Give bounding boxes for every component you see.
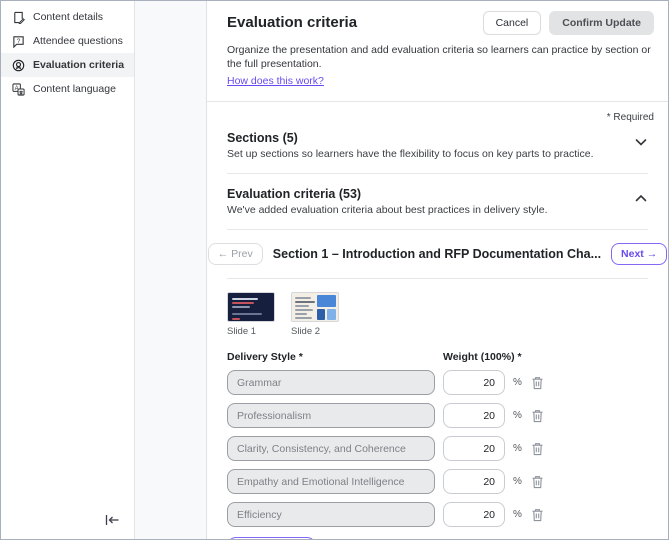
- slide-thumbnails: Slide 1 Slide 2: [227, 292, 648, 337]
- trash-icon[interactable]: [531, 474, 546, 490]
- weight-field[interactable]: [443, 403, 505, 429]
- evaluation-description: We've added evaluation criteria about be…: [227, 204, 548, 217]
- page-description: Organize the presentation and add evalua…: [227, 44, 651, 71]
- sidebar-item-content-language[interactable]: A Content language: [1, 77, 134, 101]
- evaluation-accordion-header[interactable]: Evaluation criteria (53) We've added eva…: [227, 187, 648, 216]
- criteria-row: %: [227, 502, 648, 528]
- divider: [227, 229, 648, 231]
- sidebar-item-content-details[interactable]: Content details: [1, 5, 134, 29]
- delivery-style-header: Delivery Style *: [227, 351, 303, 364]
- criteria-name-field: [227, 469, 435, 495]
- sidebar-item-label: Evaluation criteria: [33, 59, 125, 71]
- sidebar-item-evaluation-criteria[interactable]: Evaluation criteria: [1, 53, 134, 77]
- slide-thumbnail-1: Slide 1: [227, 292, 275, 337]
- add-criteria-button[interactable]: + Add criteria: [227, 537, 317, 539]
- chevron-down-icon[interactable]: [634, 135, 648, 149]
- chevron-up-icon[interactable]: [634, 191, 648, 205]
- criteria-name-field: [227, 370, 435, 396]
- criteria-name-field: [227, 436, 435, 462]
- sidebar: Content details ? Attendee questions Eva…: [1, 1, 135, 539]
- award-circle-icon: [11, 58, 25, 72]
- cancel-button[interactable]: Cancel: [482, 11, 542, 35]
- weight-header: Weight (100%) *: [443, 351, 522, 364]
- how-does-this-work-link[interactable]: How does this work?: [227, 75, 324, 87]
- percent-sign: %: [513, 476, 522, 488]
- sidebar-item-attendee-questions[interactable]: ? Attendee questions: [1, 29, 134, 53]
- weight-field[interactable]: [443, 436, 505, 462]
- weight-field[interactable]: [443, 469, 505, 495]
- criteria-name-field: [227, 502, 435, 528]
- sidebar-item-label: Content language: [33, 83, 116, 95]
- criteria-table-header: Delivery Style * Weight (100%) *: [227, 351, 648, 363]
- trash-icon[interactable]: [531, 408, 546, 424]
- slide-1-image[interactable]: [227, 292, 275, 323]
- percent-sign: %: [513, 509, 522, 521]
- trash-icon[interactable]: [531, 441, 546, 457]
- question-bubble-icon: ?: [11, 34, 25, 48]
- criteria-row: %: [227, 469, 648, 495]
- trash-icon[interactable]: [531, 507, 546, 523]
- svg-text:?: ?: [16, 37, 20, 44]
- divider: [227, 278, 648, 280]
- section-nav-title: Section 1 – Introduction and RFP Documen…: [272, 247, 602, 262]
- sections-accordion-header[interactable]: Sections (5) Set up sections so learners…: [227, 131, 648, 160]
- document-edit-icon: [11, 10, 25, 24]
- sidebar-item-label: Content details: [33, 11, 104, 23]
- criteria-row: %: [227, 370, 648, 396]
- slide-thumbnail-2: Slide 2: [291, 292, 339, 337]
- prev-section-button[interactable]: ← Prev: [207, 243, 263, 266]
- required-note: * Required: [606, 112, 654, 124]
- panel-header: Evaluation criteria Cancel Confirm Updat…: [207, 1, 668, 103]
- sections-title: Sections (5): [227, 131, 298, 146]
- collapse-sidebar-icon[interactable]: [104, 513, 120, 527]
- slide-2-label: Slide 2: [291, 326, 321, 338]
- weight-field[interactable]: [443, 370, 505, 396]
- criteria-row: %: [227, 403, 648, 429]
- slide-2-image[interactable]: [291, 292, 339, 323]
- divider: [227, 173, 648, 175]
- sections-description: Set up sections so learners have the fle…: [227, 148, 594, 161]
- criteria-row: %: [227, 436, 648, 462]
- percent-sign: %: [513, 377, 522, 389]
- translate-icon: A: [11, 82, 25, 96]
- evaluation-title: Evaluation criteria (53): [227, 187, 362, 202]
- weight-field[interactable]: [443, 502, 505, 528]
- sidebar-item-label: Attendee questions: [33, 35, 123, 47]
- preview-gutter: [135, 1, 207, 539]
- main-panel: Evaluation criteria Cancel Confirm Updat…: [207, 1, 668, 539]
- trash-icon[interactable]: [531, 375, 546, 391]
- percent-sign: %: [513, 410, 522, 422]
- criteria-name-field: [227, 403, 435, 429]
- slide-1-label: Slide 1: [227, 326, 257, 338]
- confirm-update-button[interactable]: Confirm Update: [549, 11, 654, 35]
- next-section-button[interactable]: Next →: [611, 243, 668, 266]
- evaluation-criteria-dialog: Content details ? Attendee questions Eva…: [0, 0, 669, 540]
- percent-sign: %: [513, 443, 522, 455]
- panel-body: * Required Sections (5) Set up sections …: [207, 102, 668, 539]
- section-nav: ← Prev Section 1 – Introduction and RFP …: [207, 243, 668, 266]
- page-title: Evaluation criteria: [227, 14, 358, 31]
